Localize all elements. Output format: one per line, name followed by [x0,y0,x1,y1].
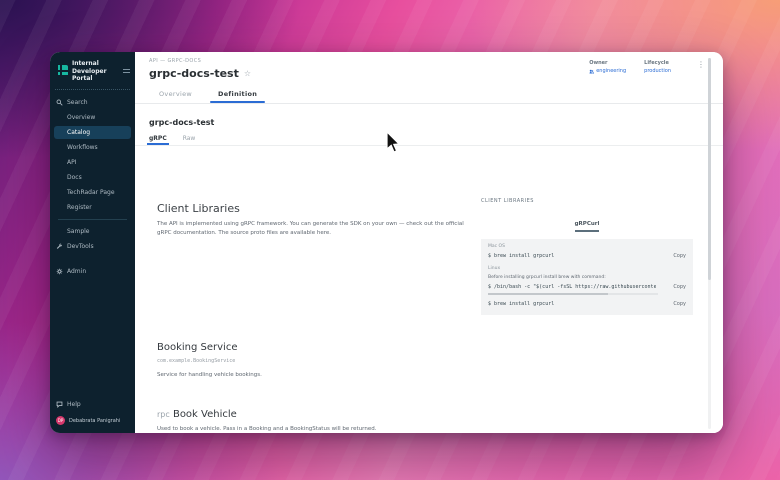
divider [135,103,723,104]
main-area: API — GRPC-DOCS grpc-docs-test ☆ Owner e… [135,52,723,433]
definition-content: grpc-docs-test gRPC Raw Client Libraries… [135,108,723,433]
gear-icon [56,268,63,275]
copy-button[interactable]: Copy [673,284,686,290]
tab-grpc[interactable]: gRPC [149,135,167,145]
sidebar-item-overview[interactable]: Overview [50,111,135,124]
divider [55,89,130,90]
rpc-kind: rpc [157,410,170,419]
sidebar-item-catalog[interactable]: Catalog [54,126,131,139]
client-libraries-panel: CLIENT LIBRARIES gRPCurl Mac OS $ brew i… [481,198,693,315]
booking-service-heading: Booking Service [157,342,262,353]
booking-service-fqn: com.example.BookingService [157,358,262,364]
copy-button[interactable]: Copy [673,253,686,259]
sidebar-item-workflows[interactable]: Workflows [50,141,135,154]
lifecycle-block: Lifecycle production [644,60,671,74]
kebab-menu-icon[interactable]: ⋮ [697,60,705,69]
favorite-star-icon[interactable]: ☆ [244,69,251,78]
sidebar-user[interactable]: DP Debabrata Panigrahi [50,412,135,427]
booking-service-description: Service for handling vehicle bookings. [157,372,262,378]
owner-link[interactable]: engineering [589,68,626,74]
app-window: Internal Developer Portal Search Overvie… [50,52,723,433]
install-instructions-box: Mac OS $ brew install grpcurl Copy Linux… [481,239,693,315]
sidebar-item-label: Search [67,99,88,106]
divider [58,219,127,220]
client-libraries-section: Client Libraries The API is implemented … [157,202,477,238]
entity-header: API — GRPC-DOCS grpc-docs-test ☆ Owner e… [135,52,723,103]
definition-card-title: grpc-docs-test [149,118,709,127]
macos-label: Mac OS [488,244,686,249]
definition-card-header: grpc-docs-test gRPC Raw [135,108,723,145]
sidebar: Internal Developer Portal Search Overvie… [50,52,135,433]
linux-command-2: $ brew install grpcurl [488,301,554,307]
wrench-icon [56,243,63,250]
lifecycle-link[interactable]: production [644,68,671,74]
help-chat-icon [56,401,63,408]
portal-title: Internal Developer Portal [72,60,119,83]
tab-raw[interactable]: Raw [183,135,196,145]
owner-block: Owner engineering [589,60,626,74]
horizontal-scrollbar[interactable] [488,293,658,295]
sidebar-item-devtools[interactable]: DevTools [50,240,135,253]
macos-command: $ brew install grpcurl [488,253,554,259]
panel-label: CLIENT LIBRARIES [481,198,693,204]
client-libraries-description: The API is implemented using gRPC framew… [157,220,477,238]
copy-button[interactable]: Copy [673,301,686,307]
search-icon [56,99,63,106]
sidebar-logo[interactable]: Internal Developer Portal [50,58,135,89]
booking-service-section: Booking Service com.example.BookingServi… [157,342,262,378]
client-libraries-heading: Client Libraries [157,202,477,215]
linux-note: Before installing grpcurl install brew w… [488,275,686,280]
sidebar-item-help[interactable]: Help [50,398,135,411]
tab-definition[interactable]: Definition [218,90,257,103]
tab-overview[interactable]: Overview [159,90,192,103]
sidebar-item-docs[interactable]: Docs [50,171,135,184]
sidebar-item-techradar[interactable]: TechRadar Page [50,186,135,199]
user-name: Debabrata Panigrahi [69,418,120,424]
sidebar-item-admin[interactable]: Admin [50,265,135,278]
entity-tabs: Overview Definition [159,90,709,103]
tab-grpcurl[interactable]: gRPCurl [575,221,600,232]
vertical-scrollbar[interactable] [708,58,711,429]
page-title: grpc-docs-test [149,67,239,80]
owner-label: Owner [589,60,626,66]
lifecycle-label: Lifecycle [644,60,671,66]
portal-logo-icon [56,65,68,77]
user-avatar: DP [56,416,65,425]
rpc-section: rpc Book Vehicle Used to book a vehicle.… [157,409,376,432]
rpc-name: Book Vehicle [173,409,237,420]
group-icon [589,69,594,74]
sidebar-item-sample[interactable]: Sample [50,225,135,238]
sidebar-item-api[interactable]: API [50,156,135,169]
definition-format-tabs: gRPC Raw [149,135,709,145]
linux-label: Linux [488,266,686,271]
sidebar-collapse-icon[interactable] [123,67,130,75]
sidebar-item-register[interactable]: Register [50,201,135,214]
rpc-description: Used to book a vehicle. Pass in a Bookin… [157,426,376,432]
grpc-doc: Client Libraries The API is implemented … [135,146,723,433]
linux-command-1: $ /bin/bash -c "$(curl -fsSL https://raw… [488,284,656,290]
scrollbar-thumb[interactable] [708,58,711,280]
sidebar-item-search[interactable]: Search [50,96,135,109]
